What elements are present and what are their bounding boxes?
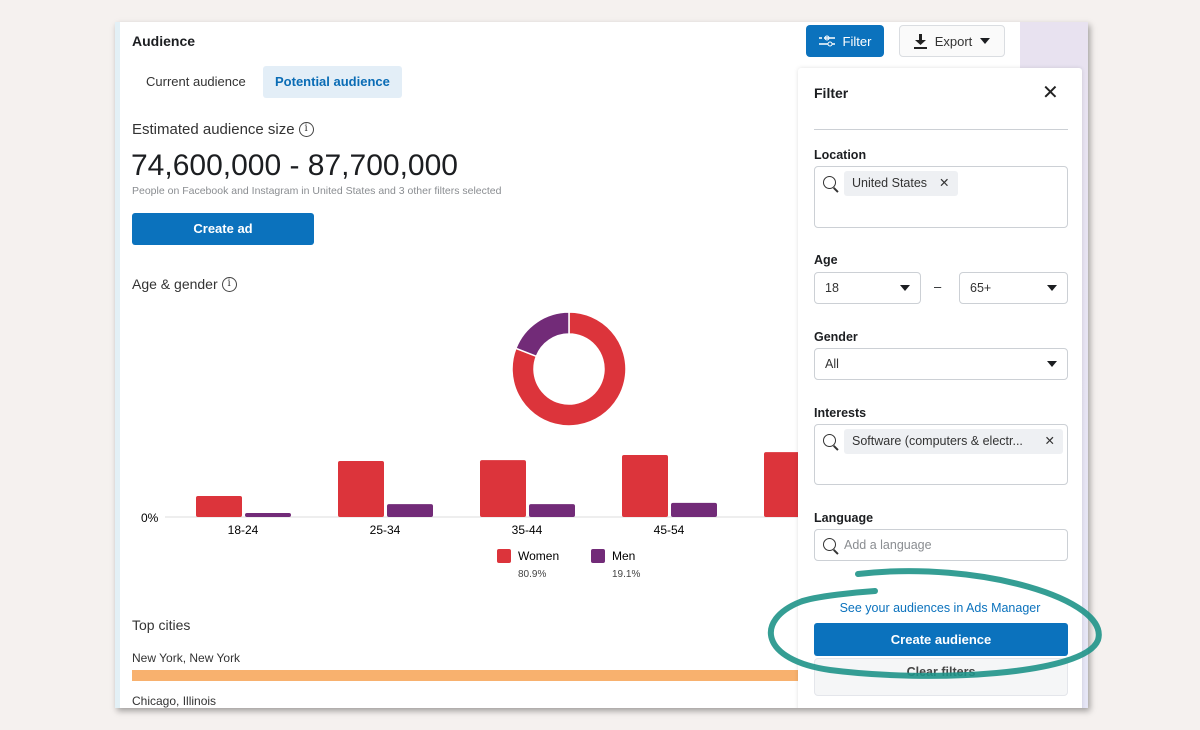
bar-women-45-54[interactable] [622, 454, 668, 517]
search-icon [823, 538, 836, 551]
donut-slice-men[interactable] [514, 311, 570, 358]
audience-range: 74,600,000 - 87,700,000 [131, 149, 458, 182]
gender-label: Gender [814, 330, 858, 344]
chevron-down-icon [1047, 285, 1057, 291]
interest-chip-label: Software (computers & electr... [852, 434, 1023, 448]
download-icon [913, 33, 927, 49]
filter-button[interactable]: Filter [806, 25, 884, 57]
audience-card: Audience Current audience Potential audi… [115, 22, 1088, 708]
location-chip-label: United States [852, 176, 928, 190]
legend-women-share: 80.9% [518, 569, 546, 580]
interests-label: Interests [814, 406, 867, 420]
gender-select[interactable]: All [814, 348, 1068, 380]
legend-men-share: 19.1% [612, 569, 640, 580]
export-button-label: Export [934, 33, 973, 49]
x-tick-label: 18-24 [228, 523, 259, 537]
search-icon [823, 434, 836, 447]
ads-manager-link[interactable]: See your audiences in Ads Manager [798, 601, 1082, 615]
donut-chart [511, 311, 627, 427]
estimate-label: Estimated audience size [132, 121, 295, 138]
age-gender-heading: Age & gender i [132, 276, 237, 292]
export-button[interactable]: Export [899, 25, 1005, 57]
location-input[interactable]: United States ✕ [814, 166, 1068, 228]
page-title: Audience [132, 33, 196, 49]
gender-value: All [825, 357, 839, 371]
filter-button-label: Filter [842, 33, 872, 49]
bar-women-18-24[interactable] [196, 496, 242, 517]
age-label: Age [814, 253, 838, 267]
interests-input[interactable]: Software (computers & electr... ✕ [814, 424, 1068, 485]
legend-swatch-women [497, 549, 511, 563]
tab-potential-audience[interactable]: Potential audience [263, 66, 402, 98]
top-cities-title: Top cities [132, 617, 191, 633]
tab-current-audience[interactable]: Current audience [134, 66, 258, 98]
legend-swatch-men [591, 549, 605, 563]
info-icon[interactable]: i [298, 122, 314, 137]
filter-panel-title: Filter [814, 85, 849, 101]
info-icon[interactable]: i [221, 276, 237, 292]
remove-icon[interactable]: ✕ [939, 171, 949, 196]
chevron-down-icon [980, 38, 991, 44]
y-tick: 0% [141, 511, 159, 525]
legend-men: Men [612, 549, 635, 563]
clear-filters-button[interactable]: Clear filters [814, 658, 1068, 696]
bar-women-25-34[interactable] [338, 460, 384, 517]
age-max-select[interactable]: 65+ [959, 272, 1068, 304]
age-gender-title: Age & gender [132, 276, 218, 292]
remove-icon[interactable]: ✕ [1045, 429, 1055, 454]
age-min-select[interactable]: 18 [814, 272, 921, 304]
sliders-icon [818, 35, 835, 47]
language-label: Language [814, 511, 874, 525]
audience-description: People on Facebook and Instagram in Unit… [132, 185, 502, 197]
chevron-down-icon [900, 285, 910, 291]
age-gender-chart: 0% 18-2425-3435-4445-545 Women 80.9% Men… [141, 311, 815, 580]
estimate-heading: Estimated audience size i [132, 121, 314, 138]
create-audience-button[interactable]: Create audience [814, 623, 1068, 656]
city-name: New York, New York [132, 651, 241, 665]
interest-chip: Software (computers & electr... ✕ [844, 429, 1063, 454]
chevron-down-icon [1047, 361, 1057, 367]
language-input[interactable]: Add a language [814, 529, 1068, 561]
bar-men-45-54[interactable] [671, 502, 717, 517]
x-tick-label: 45-54 [654, 523, 685, 537]
location-chip: United States ✕ [844, 171, 958, 196]
divider [814, 129, 1068, 130]
close-icon[interactable]: ✕ [1042, 80, 1059, 105]
age-min-value: 18 [825, 281, 839, 295]
create-ad-button[interactable]: Create ad [132, 213, 314, 245]
location-label: Location [814, 148, 867, 162]
bar-men-18-24[interactable] [245, 512, 291, 517]
legend-women: Women [518, 549, 559, 563]
search-icon [823, 176, 836, 189]
age-dash: – [934, 279, 942, 294]
x-tick-label: 35-44 [512, 523, 543, 537]
x-tick-label: 25-34 [370, 523, 401, 537]
bar-men-35-44[interactable] [529, 504, 575, 517]
language-placeholder: Add a language [844, 538, 932, 552]
age-max-value: 65+ [970, 281, 992, 295]
bar-women-35-44[interactable] [480, 460, 526, 517]
city-name: Chicago, Illinois [132, 694, 217, 708]
city-bar [132, 670, 832, 681]
filter-panel: Filter ✕ Location United States ✕ Age 18 … [798, 68, 1082, 708]
bar-men-25-34[interactable] [387, 504, 433, 517]
